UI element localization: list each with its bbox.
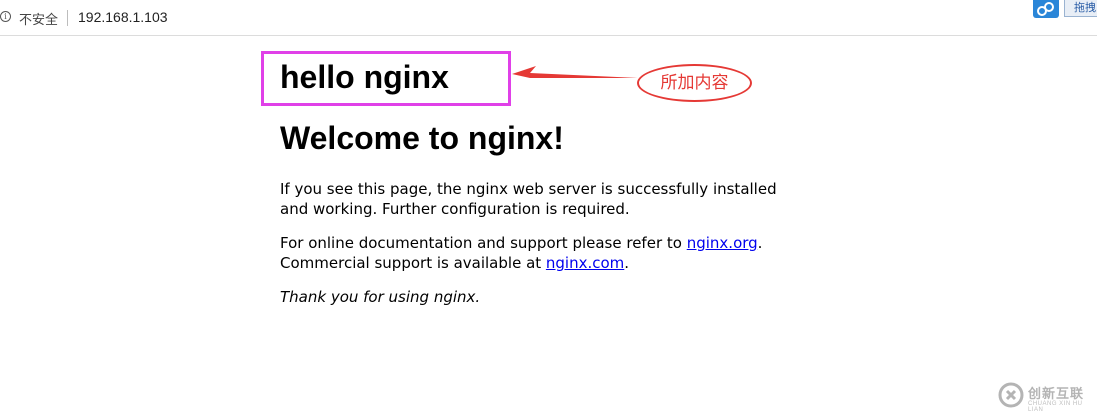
thanks-paragraph: Thank you for using nginx. bbox=[280, 288, 481, 306]
extension-label[interactable]: 拖拽 bbox=[1064, 0, 1097, 17]
watermark: 创新互联 CHUANG XIN HU LIAN bbox=[998, 380, 1094, 414]
commercial-text: Commercial support is available at bbox=[280, 254, 546, 272]
info-icon[interactable]: i bbox=[0, 11, 11, 22]
url-field[interactable]: 192.168.1.103 bbox=[78, 9, 168, 25]
nginx-com-link[interactable]: nginx.com bbox=[546, 254, 624, 272]
watermark-text: 创新互联 bbox=[1028, 387, 1085, 402]
intro-paragraph: If you see this page, the nginx web serv… bbox=[280, 180, 777, 218]
link-icon bbox=[1037, 2, 1054, 16]
support-paragraph: For online documentation and support ple… bbox=[280, 233, 800, 273]
commercial-period: . bbox=[624, 254, 630, 272]
nginx-org-link[interactable]: nginx.org bbox=[687, 234, 758, 252]
page-title: Welcome to nginx! bbox=[280, 120, 564, 156]
added-heading: hello nginx bbox=[280, 59, 449, 95]
divider bbox=[67, 10, 68, 26]
watermark-subtext: CHUANG XIN HU LIAN bbox=[1028, 401, 1083, 413]
security-status[interactable]: 不安全 bbox=[19, 9, 58, 28]
address-bar: i 不安全 192.168.1.103 拖拽 bbox=[0, 0, 1097, 36]
annotation-callout: 所加内容 bbox=[637, 64, 752, 102]
annotation-arrow bbox=[512, 66, 638, 78]
support-text: For online documentation and support ple… bbox=[280, 234, 687, 252]
extension-button[interactable] bbox=[1033, 0, 1059, 18]
watermark-logo-icon bbox=[998, 382, 1024, 408]
support-period: . bbox=[757, 234, 763, 252]
